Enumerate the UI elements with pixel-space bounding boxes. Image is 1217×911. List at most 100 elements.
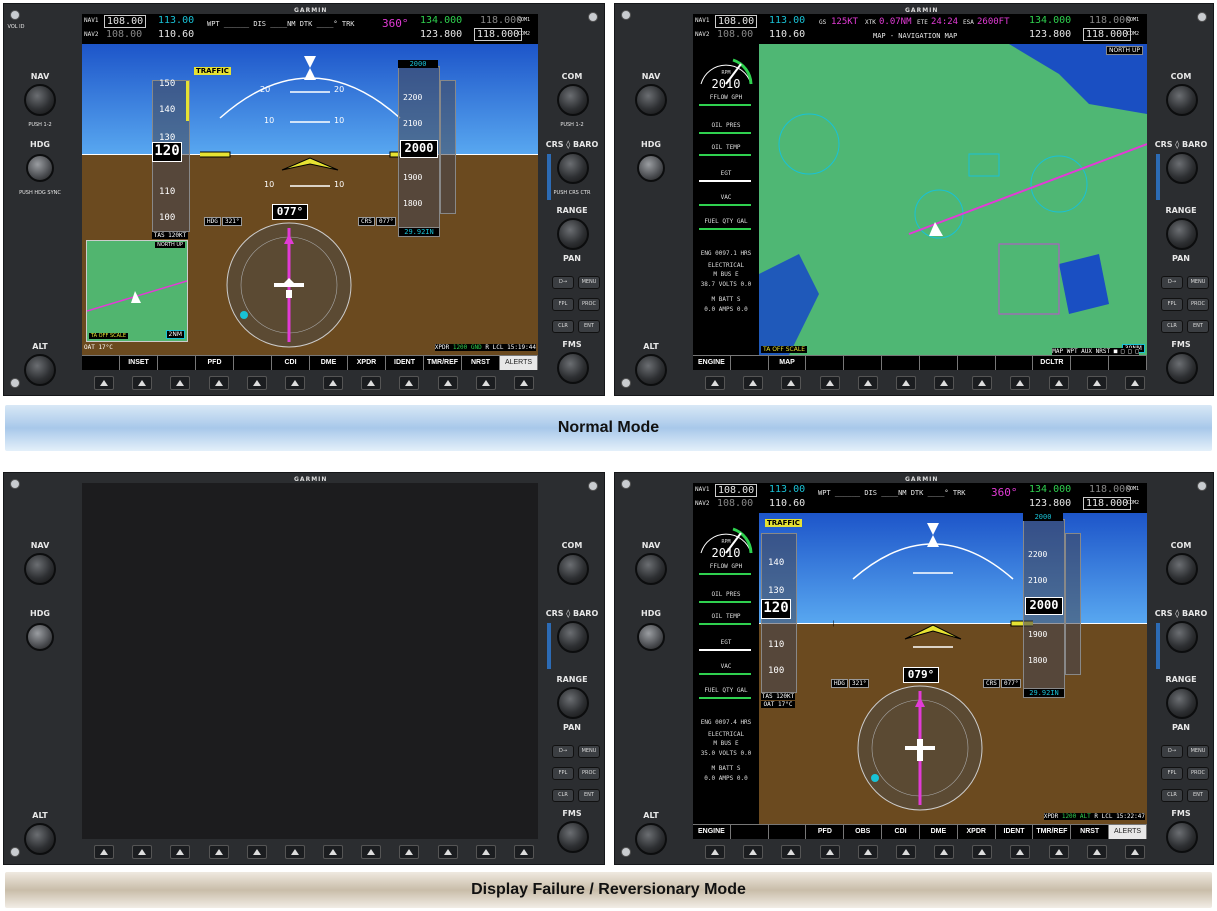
bezel-key[interactable] [1086, 376, 1107, 390]
bezel-key[interactable] [323, 376, 344, 390]
direct-to-button[interactable]: D→ [552, 745, 574, 758]
clr-button[interactable]: CLR [1161, 320, 1183, 333]
fpl-button[interactable]: FPL [1161, 767, 1183, 780]
softkey-7[interactable] [920, 356, 958, 370]
nav1-standby[interactable]: 113.00 [769, 15, 805, 26]
nav1-standby[interactable]: 113.00 [158, 15, 194, 26]
bezel-key[interactable] [284, 845, 305, 859]
inset-map[interactable]: NORTH UP TA OFF SCALE 2NM [86, 240, 188, 342]
bezel-key[interactable] [1010, 376, 1031, 390]
com1-active[interactable]: 134.000 [420, 15, 462, 26]
nav-knob[interactable] [24, 553, 56, 585]
bezel-key[interactable] [972, 845, 993, 859]
nav2-active[interactable]: 108.00 [106, 29, 142, 40]
alt-knob[interactable] [635, 823, 667, 855]
nav2-standby[interactable]: 110.60 [769, 29, 805, 40]
softkey-obs[interactable]: OBS [844, 825, 883, 839]
bezel-key[interactable] [132, 845, 153, 859]
bezel-key[interactable] [475, 376, 496, 390]
hdg-knob[interactable] [26, 623, 54, 651]
ent-button[interactable]: ENT [578, 320, 600, 333]
nav1-active[interactable]: 108.00 [104, 15, 147, 28]
proc-button[interactable]: PROC [578, 298, 600, 311]
crs-baro-knob[interactable] [557, 152, 589, 184]
menu-button[interactable]: MENU [1187, 276, 1209, 289]
softkey-dcltr[interactable]: DCLTR [1033, 356, 1072, 370]
menu-button[interactable]: MENU [578, 745, 600, 758]
softkey-5[interactable] [844, 356, 883, 370]
softkey-11[interactable] [1071, 356, 1110, 370]
bezel-key[interactable] [170, 845, 191, 859]
ent-button[interactable]: ENT [578, 789, 600, 802]
bezel-key[interactable] [323, 845, 344, 859]
range-knob[interactable] [557, 218, 589, 250]
softkey-6[interactable] [882, 356, 920, 370]
alt-knob[interactable] [24, 354, 56, 386]
fms-knob[interactable] [1166, 821, 1198, 853]
bezel-key[interactable] [743, 845, 764, 859]
direct-to-button[interactable]: D→ [552, 276, 574, 289]
bezel-key[interactable] [934, 376, 955, 390]
direct-to-button[interactable]: D→ [1161, 745, 1183, 758]
com-knob[interactable] [557, 553, 589, 585]
fpl-button[interactable]: FPL [552, 767, 574, 780]
com2-standby[interactable]: 118.000 [474, 28, 523, 41]
softkey-3[interactable] [158, 356, 196, 370]
com2-standby[interactable]: 118.000 [1083, 28, 1132, 41]
bezel-key[interactable] [94, 376, 114, 390]
softkey-engine[interactable]: ENGINE [693, 825, 731, 839]
softkey-ident[interactable]: IDENT [996, 825, 1034, 839]
softkey-2[interactable] [731, 356, 769, 370]
nav2-standby[interactable]: 110.60 [769, 498, 805, 509]
softkey-tmr-ref[interactable]: TMR/REF [1033, 825, 1072, 839]
nav2-active[interactable]: 108.00 [717, 29, 753, 40]
clr-button[interactable]: CLR [552, 320, 574, 333]
alt-knob[interactable] [24, 823, 56, 855]
nav1-standby[interactable]: 113.00 [769, 484, 805, 495]
bezel-key[interactable] [1124, 845, 1145, 859]
bezel-key[interactable] [934, 845, 955, 859]
com-knob[interactable] [1166, 84, 1198, 116]
bezel-key[interactable] [1086, 845, 1107, 859]
com2-active[interactable]: 123.800 [420, 29, 462, 40]
bezel-key[interactable] [513, 845, 534, 859]
bezel-key[interactable] [895, 845, 916, 859]
bezel-key[interactable] [361, 845, 382, 859]
softkey-2[interactable] [731, 825, 769, 839]
crs-baro-knob[interactable] [1166, 152, 1198, 184]
bezel-key[interactable] [705, 845, 725, 859]
bezel-key[interactable] [361, 376, 382, 390]
nav1-active[interactable]: 108.00 [715, 484, 758, 497]
bezel-key[interactable] [132, 376, 153, 390]
softkey-pfd[interactable]: PFD [196, 356, 234, 370]
bezel-key[interactable] [781, 845, 802, 859]
bezel-key[interactable] [208, 845, 229, 859]
softkey-dme[interactable]: DME [920, 825, 958, 839]
softkey-cdi[interactable]: CDI [882, 825, 920, 839]
softkey-ident[interactable]: IDENT [386, 356, 424, 370]
alt-knob[interactable] [635, 354, 667, 386]
com2-standby[interactable]: 118.000 [1083, 497, 1132, 510]
range-knob[interactable] [1166, 218, 1198, 250]
bezel-key[interactable] [857, 376, 878, 390]
softkey-4[interactable] [806, 356, 845, 370]
clr-button[interactable]: CLR [1161, 789, 1183, 802]
bezel-key[interactable] [399, 376, 420, 390]
bezel-key[interactable] [819, 376, 840, 390]
softkey-3[interactable] [769, 825, 807, 839]
bezel-key[interactable] [399, 845, 420, 859]
bezel-key[interactable] [1010, 845, 1031, 859]
softkey-alerts[interactable]: ALERTS [1109, 825, 1147, 839]
range-knob[interactable] [1166, 687, 1198, 719]
softkey-alerts[interactable]: ALERTS [500, 356, 538, 370]
bezel-key[interactable] [246, 376, 267, 390]
proc-button[interactable]: PROC [578, 767, 600, 780]
com1-standby[interactable]: 118.000 [480, 15, 522, 26]
hdg-knob[interactable] [26, 154, 54, 182]
softkey-inset[interactable]: INSET [120, 356, 158, 370]
bezel-key[interactable] [895, 376, 916, 390]
fpl-button[interactable]: FPL [1161, 298, 1183, 311]
softkey-xpdr[interactable]: XPDR [348, 356, 386, 370]
softkey-nrst[interactable]: NRST [1071, 825, 1110, 839]
softkey-1[interactable] [82, 356, 120, 370]
